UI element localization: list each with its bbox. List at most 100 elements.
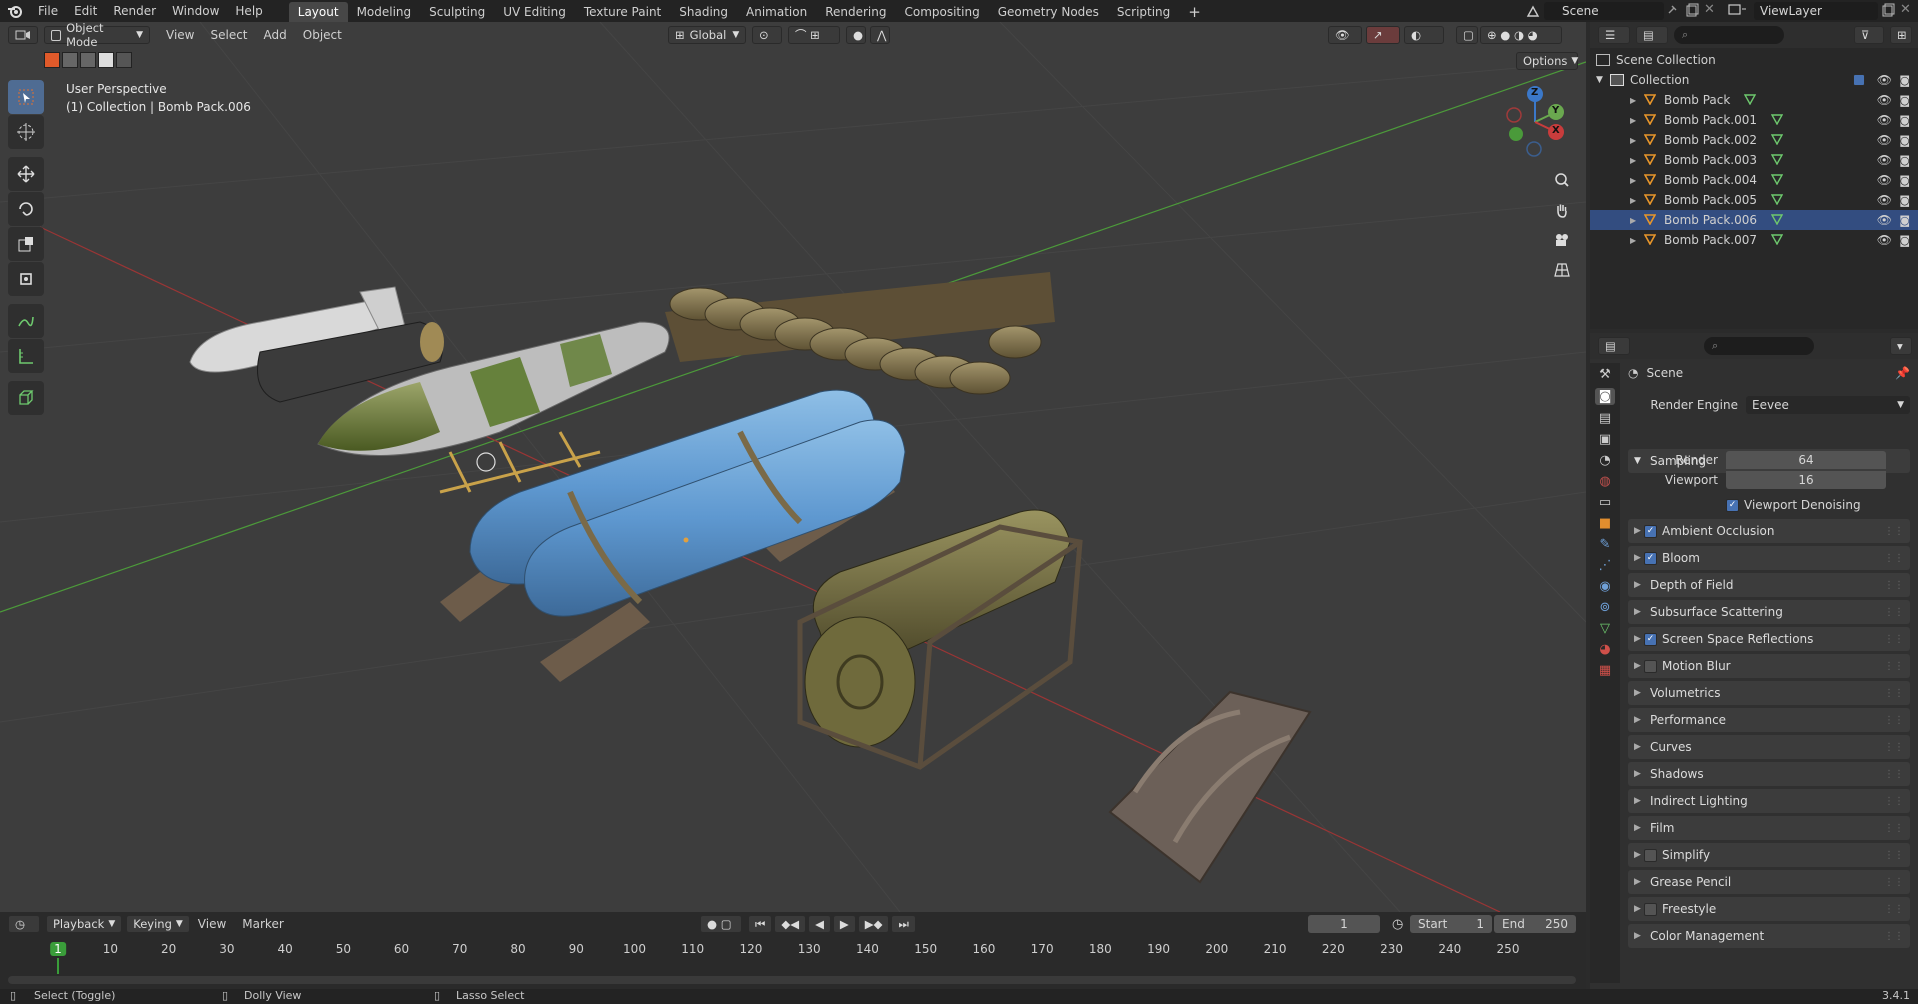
viewport-denoising-checkbox[interactable]: ✓ xyxy=(1726,498,1739,512)
panel-header[interactable]: ▶ ✓ Ambient Occlusion ⋮⋮ xyxy=(1628,519,1910,543)
select-intersect-icon[interactable] xyxy=(116,52,132,68)
navigation-gizmo[interactable]: Z Y X xyxy=(1500,82,1570,162)
output-tab-icon[interactable]: ▤ xyxy=(1599,411,1611,426)
drag-handle-icon[interactable]: ⋮⋮ xyxy=(1884,526,1904,537)
new-collection-button[interactable]: ⊞ xyxy=(1890,26,1912,44)
close-view-layer-icon[interactable]: ✕ xyxy=(1900,2,1916,20)
panel-header[interactable]: ▶ ✓ Bloom ⋮⋮ xyxy=(1628,546,1910,570)
snap-button[interactable]: ⌒ ⊞ xyxy=(788,26,840,44)
panel-header[interactable]: ▶ ✓ Screen Space Reflections ⋮⋮ xyxy=(1628,627,1910,651)
falloff-button[interactable]: ⋀ xyxy=(870,26,890,44)
scene-tab-icon[interactable]: ◔ xyxy=(1599,453,1610,468)
viewport-denoising-row[interactable]: ✓ Viewport Denoising xyxy=(1726,495,1861,515)
viewport-menu-object[interactable]: Object xyxy=(295,24,350,46)
drag-handle-icon[interactable]: ⋮⋮ xyxy=(1884,877,1904,888)
mesh-data-icon[interactable] xyxy=(1744,93,1757,108)
menu-edit[interactable]: Edit xyxy=(66,0,105,22)
panel-header[interactable]: ▶ Depth of Field ⋮⋮ xyxy=(1628,573,1910,597)
menu-render[interactable]: Render xyxy=(105,0,164,22)
expand-arrow-icon[interactable]: ▶ xyxy=(1630,176,1644,185)
measure-tool[interactable] xyxy=(8,339,44,373)
properties-search-input[interactable]: ⌕ xyxy=(1704,337,1814,355)
drag-handle-icon[interactable]: ⋮⋮ xyxy=(1884,715,1904,726)
viewport-menu-add[interactable]: Add xyxy=(256,24,295,46)
panel-header[interactable]: ▶ Grease Pencil ⋮⋮ xyxy=(1628,870,1910,894)
expand-arrow-icon[interactable]: ▶ xyxy=(1630,156,1644,165)
expand-arrow-icon[interactable]: ▶ xyxy=(1630,216,1644,225)
camera-render-icon[interactable]: ◙ xyxy=(1899,214,1910,227)
playhead-line[interactable] xyxy=(57,958,59,974)
drag-handle-icon[interactable]: ⋮⋮ xyxy=(1884,688,1904,699)
new-scene-icon[interactable] xyxy=(1684,2,1702,20)
add-workspace-button[interactable]: + xyxy=(1179,2,1210,22)
panel-header[interactable]: ▶ Film ⋮⋮ xyxy=(1628,816,1910,840)
select-box-tool[interactable] xyxy=(8,80,44,114)
view-layer-tab-icon[interactable]: ▣ xyxy=(1599,432,1611,447)
pivot-point-button[interactable]: ⊙ xyxy=(752,26,782,44)
render-engine-select[interactable]: Eevee ▼ xyxy=(1746,396,1910,414)
timeline-scrollbar[interactable] xyxy=(8,976,1576,984)
blender-logo-icon[interactable] xyxy=(0,4,30,18)
expand-arrow-icon[interactable]: ▼ xyxy=(1596,75,1610,85)
panel-checkbox[interactable] xyxy=(1644,659,1657,673)
exclude-checkbox[interactable] xyxy=(1853,74,1865,86)
pin-icon[interactable] xyxy=(1664,2,1682,20)
eye-icon[interactable]: 👁 xyxy=(1877,213,1892,227)
tab-animation[interactable]: Animation xyxy=(737,2,816,22)
cursor-tool[interactable] xyxy=(8,115,44,149)
eye-icon[interactable]: 👁 xyxy=(1877,173,1892,187)
outliner-scene-collection[interactable]: Scene Collection xyxy=(1590,50,1918,70)
collection-tab-icon[interactable]: ▭ xyxy=(1599,495,1611,510)
expand-arrow-icon[interactable]: ▶ xyxy=(1630,136,1644,145)
panel-header[interactable]: ▶ Curves ⋮⋮ xyxy=(1628,735,1910,759)
viewport-menu-select[interactable]: Select xyxy=(202,24,255,46)
expand-arrow-icon[interactable]: ▶ xyxy=(1630,196,1644,205)
panel-checkbox[interactable]: ✓ xyxy=(1644,632,1657,646)
menu-file[interactable]: File xyxy=(30,0,66,22)
mesh-data-icon[interactable] xyxy=(1770,233,1784,248)
drag-handle-icon[interactable]: ⋮⋮ xyxy=(1884,850,1904,861)
panel-header[interactable]: ▶ Indirect Lighting ⋮⋮ xyxy=(1628,789,1910,813)
zoom-icon[interactable] xyxy=(1548,166,1576,194)
camera-icon[interactable] xyxy=(1548,226,1576,254)
outliner-item[interactable]: ▶ Bomb Pack.001 👁 ◙ xyxy=(1590,110,1918,130)
drag-handle-icon[interactable]: ⋮⋮ xyxy=(1884,742,1904,753)
visibility-button[interactable]: 👁 xyxy=(1328,26,1362,44)
menu-help[interactable]: Help xyxy=(227,0,270,22)
camera-render-icon[interactable]: ◙ xyxy=(1899,194,1910,207)
expand-arrow-icon[interactable]: ▶ xyxy=(1630,236,1644,245)
tab-rendering[interactable]: Rendering xyxy=(816,2,895,22)
new-view-layer-icon[interactable] xyxy=(1880,2,1898,20)
drag-handle-icon[interactable]: ⋮⋮ xyxy=(1884,769,1904,780)
perspective-grid-icon[interactable] xyxy=(1548,256,1576,284)
outliner-editor-type-button[interactable]: ☰ xyxy=(1598,26,1630,44)
tab-shading[interactable]: Shading xyxy=(670,2,737,22)
pin-context-icon[interactable]: 📌 xyxy=(1895,366,1910,380)
drag-handle-icon[interactable]: ⋮⋮ xyxy=(1884,904,1904,915)
camera-render-icon[interactable]: ◙ xyxy=(1899,134,1910,147)
outliner-collection[interactable]: ▼ Collection 👁 ◙ xyxy=(1590,70,1918,90)
annotate-tool[interactable] xyxy=(8,304,44,338)
eye-icon[interactable]: 👁 xyxy=(1877,113,1892,127)
render-samples-field[interactable]: 64 xyxy=(1726,451,1886,469)
select-subtract-icon[interactable] xyxy=(80,52,96,68)
select-invert-icon[interactable] xyxy=(98,52,114,68)
scale-tool[interactable] xyxy=(8,227,44,261)
drag-handle-icon[interactable]: ⋮⋮ xyxy=(1884,553,1904,564)
rotate-tool[interactable] xyxy=(8,192,44,226)
camera-render-icon[interactable]: ◙ xyxy=(1899,234,1910,247)
expand-arrow-icon[interactable]: ▶ xyxy=(1630,96,1644,105)
camera-render-icon[interactable]: ◙ xyxy=(1899,154,1910,167)
add-cube-tool[interactable] xyxy=(8,381,44,415)
camera-render-icon[interactable]: ◙ xyxy=(1899,114,1910,127)
expand-arrow-icon[interactable]: ▶ xyxy=(1630,116,1644,125)
move-tool[interactable] xyxy=(8,157,44,191)
3d-viewport[interactable]: Object Mode ▼ View Select Add Object ⊞ G… xyxy=(0,22,1586,912)
outliner-item[interactable]: ▶ Bomb Pack.005 👁 ◙ xyxy=(1590,190,1918,210)
viewport-menu-view[interactable]: View xyxy=(158,24,202,46)
drag-handle-icon[interactable]: ⋮⋮ xyxy=(1884,634,1904,645)
mesh-data-icon[interactable] xyxy=(1770,133,1784,148)
camera-render-icon[interactable]: ◙ xyxy=(1899,74,1910,87)
tab-layout[interactable]: Layout xyxy=(288,1,348,22)
pan-hand-icon[interactable] xyxy=(1548,196,1576,224)
